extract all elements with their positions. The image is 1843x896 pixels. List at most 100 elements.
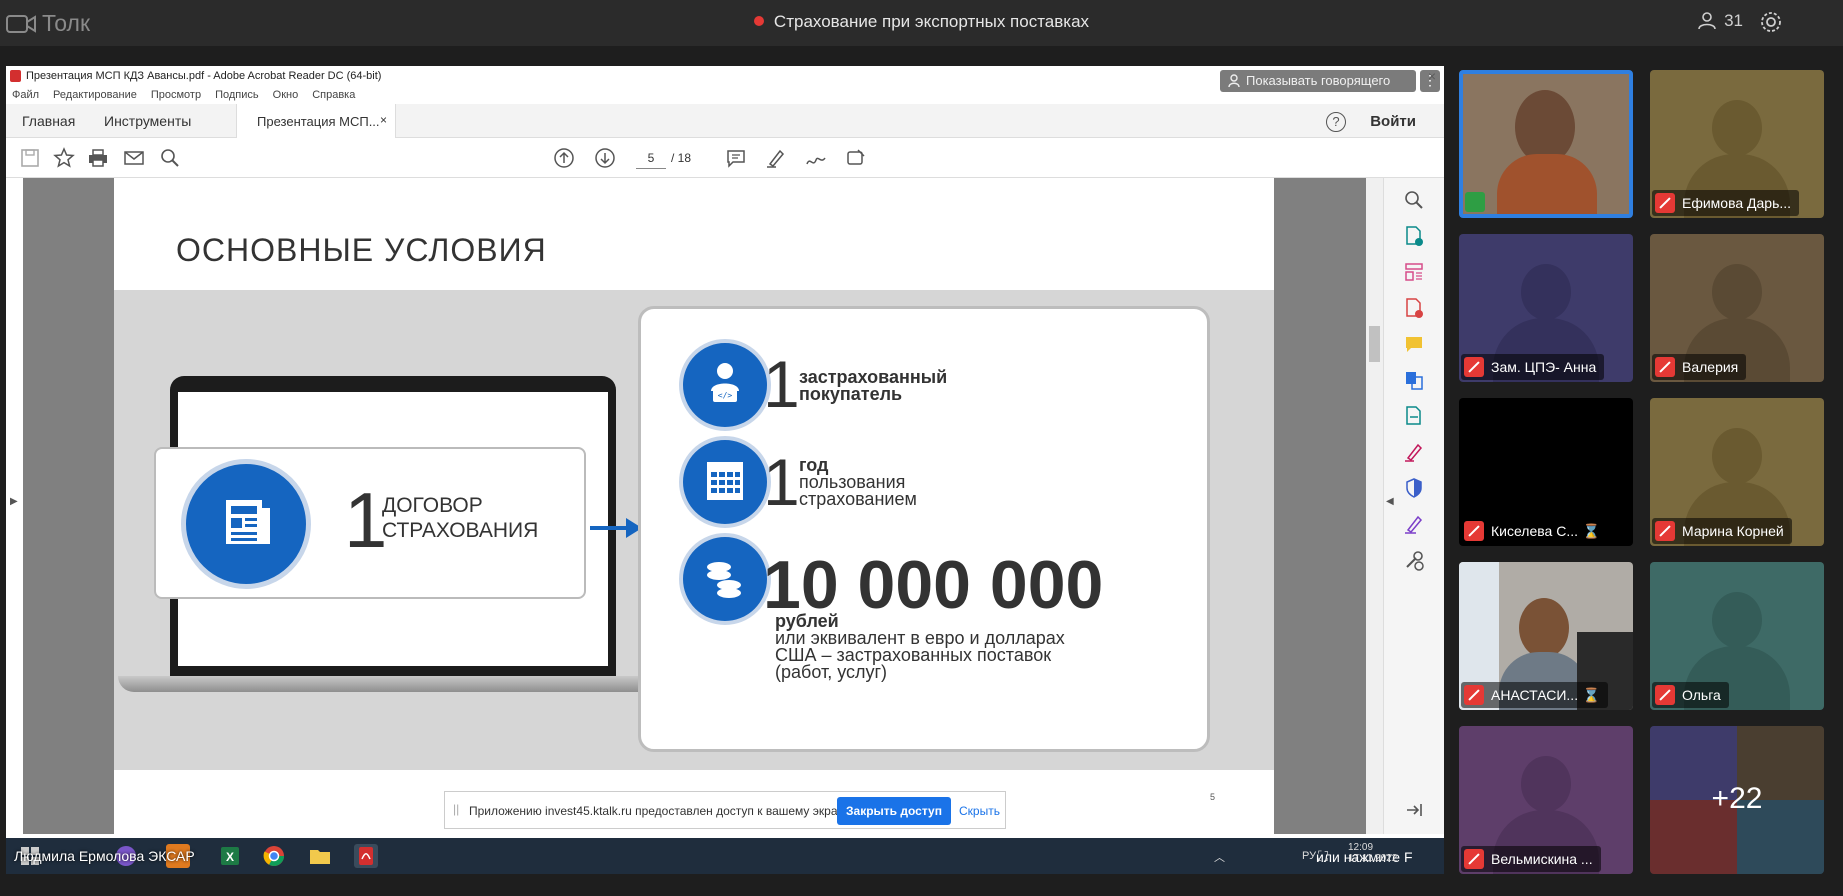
edit-sign-icon[interactable]: [1402, 512, 1426, 536]
vertical-scrollbar[interactable]: [1366, 178, 1383, 834]
menu-view[interactable]: Просмотр: [151, 86, 201, 104]
left-panel-toggle[interactable]: ▶: [6, 178, 23, 834]
participants-count: 31: [1724, 11, 1743, 30]
hide-link[interactable]: Скрыть: [959, 804, 1000, 818]
speaker-video: [1515, 90, 1575, 164]
mic-off-icon: [1655, 521, 1675, 541]
help-icon[interactable]: ?: [1326, 112, 1346, 132]
expand-arrow-icon[interactable]: ▶: [10, 496, 18, 507]
year-number: 1: [763, 445, 800, 519]
highlight-icon[interactable]: [764, 146, 788, 170]
laptop-base: [118, 676, 668, 692]
save-icon[interactable]: [18, 146, 42, 170]
excel-icon[interactable]: X: [218, 844, 242, 868]
comment-icon[interactable]: [724, 146, 748, 170]
menu-edit[interactable]: Редактирование: [53, 86, 137, 104]
more-participants-tile[interactable]: +22: [1650, 726, 1824, 874]
participant-tile[interactable]: Вельмискина ...: [1459, 726, 1633, 874]
acrobat-tab-bar: Главная Инструменты Презентация МСП... × …: [6, 104, 1444, 138]
protect-icon[interactable]: [1402, 476, 1426, 500]
share-icon[interactable]: [844, 146, 868, 170]
fill-sign-icon[interactable]: [1402, 440, 1426, 464]
calendar-icon: [679, 436, 771, 528]
participant-tile[interactable]: Ефимова Дарь...: [1650, 70, 1824, 218]
participants-button[interactable]: 31: [1698, 11, 1743, 31]
participant-tile-speaker[interactable]: [1459, 70, 1633, 218]
tools-panel: ◀: [1383, 178, 1444, 834]
participant-tile[interactable]: Ольга: [1650, 562, 1824, 710]
buyer-laptop-icon: </>: [679, 339, 771, 431]
acrobat-taskbar-icon[interactable]: [354, 844, 378, 868]
menu-sign[interactable]: Подпись: [215, 86, 259, 104]
language-indicator[interactable]: РУ: [1302, 850, 1316, 862]
svg-text:</>: </>: [718, 391, 733, 400]
tab-tools[interactable]: Инструменты: [104, 113, 191, 129]
slide-page: ОСНОВНЫЕ УСЛОВИЯ 1 ДОГОВОР СТРАХОВАНИЯ <…: [114, 178, 1274, 834]
create-pdf-icon[interactable]: [1402, 224, 1426, 248]
svg-text:X: X: [226, 850, 234, 864]
star-icon[interactable]: [52, 146, 76, 170]
page-number-input[interactable]: 5: [636, 147, 666, 169]
login-button[interactable]: Войти: [1370, 113, 1416, 130]
participant-tile[interactable]: Зам. ЦПЭ- Анна: [1459, 234, 1633, 382]
comment-panel-icon[interactable]: [1402, 332, 1426, 356]
zoom-icon[interactable]: [1402, 188, 1426, 212]
organize-pages-icon[interactable]: [1402, 260, 1426, 284]
more-tools-icon[interactable]: [1402, 548, 1426, 572]
page-total: / 18: [671, 151, 692, 165]
participant-name: Ефимова Дарь...: [1652, 190, 1800, 216]
recording-dot-icon: [753, 16, 764, 26]
sign-icon[interactable]: [804, 146, 828, 170]
contract-number: 1: [344, 476, 388, 564]
tab-home[interactable]: Главная: [22, 113, 75, 129]
participant-name: Зам. ЦПЭ- Анна: [1461, 354, 1605, 380]
page-down-icon[interactable]: [593, 146, 617, 170]
year-text: год пользования страхованием: [799, 455, 917, 509]
contract-text: ДОГОВОР СТРАХОВАНИЯ: [382, 494, 539, 542]
pdf-icon: [10, 70, 21, 82]
participant-tile[interactable]: Киселева С... ⌛: [1459, 398, 1633, 546]
mic-off-icon: [1464, 849, 1484, 869]
menu-file[interactable]: Файл: [12, 86, 39, 104]
chrome-icon[interactable]: [262, 844, 286, 868]
tab-document[interactable]: Презентация МСП... ×: [236, 104, 396, 138]
screen-share-icon: [1465, 192, 1485, 212]
hourglass-icon: ⌛: [1582, 687, 1601, 703]
scroll-thumb[interactable]: [1369, 326, 1380, 362]
menu-window[interactable]: Окно: [273, 86, 299, 104]
convert-icon[interactable]: [1402, 368, 1426, 392]
export-pdf-icon[interactable]: [1402, 296, 1426, 320]
gear-icon[interactable]: [1759, 10, 1783, 34]
menu-help[interactable]: Справка: [312, 86, 355, 104]
mic-off-icon: [1464, 357, 1484, 377]
exit-panel-icon[interactable]: [1402, 798, 1426, 822]
tray-expand-icon[interactable]: ︿: [1214, 849, 1225, 865]
slide-body: 1 ДОГОВОР СТРАХОВАНИЯ </> 1 застрахованн…: [114, 290, 1274, 770]
arrow-line: [590, 526, 626, 530]
drag-handle-icon[interactable]: ||: [453, 802, 459, 816]
participant-tile[interactable]: Марина Корней: [1650, 398, 1824, 546]
avatar: [1712, 592, 1762, 648]
avatar: [1712, 100, 1762, 156]
close-tab-icon[interactable]: ×: [380, 113, 387, 127]
participant-name: Марина Корней: [1652, 518, 1792, 544]
shared-screen: Презентация МСП КДЗ Авансы.pdf - Adobe A…: [6, 66, 1444, 874]
collapse-arrow-icon[interactable]: ◀: [1386, 496, 1394, 507]
presenter-name: Людмила Ермолова ЭКСАР: [14, 848, 195, 864]
participant-tile[interactable]: АНАСТАСИ... ⌛: [1459, 562, 1633, 710]
more-participants-count: +22: [1711, 782, 1763, 815]
send-pdf-icon[interactable]: [1402, 404, 1426, 428]
screen-share-notice: || Приложению invest45.ktalk.ru предоста…: [444, 791, 1006, 829]
meeting-title: Страхование при экспортных поставках: [0, 12, 1843, 32]
page-up-icon[interactable]: [552, 146, 576, 170]
email-icon[interactable]: [122, 146, 146, 170]
print-icon[interactable]: [86, 146, 110, 170]
amount-number: 10 000 000: [763, 547, 1104, 623]
share-notice-text: Приложению invest45.ktalk.ru предоставле…: [469, 804, 853, 818]
stop-sharing-button[interactable]: Закрыть доступ: [837, 797, 951, 825]
avatar: [1712, 428, 1762, 484]
search-icon[interactable]: [158, 146, 182, 170]
hourglass-icon: ⌛: [1582, 523, 1600, 539]
folder-icon[interactable]: [308, 844, 332, 868]
participant-tile[interactable]: Валерия: [1650, 234, 1824, 382]
